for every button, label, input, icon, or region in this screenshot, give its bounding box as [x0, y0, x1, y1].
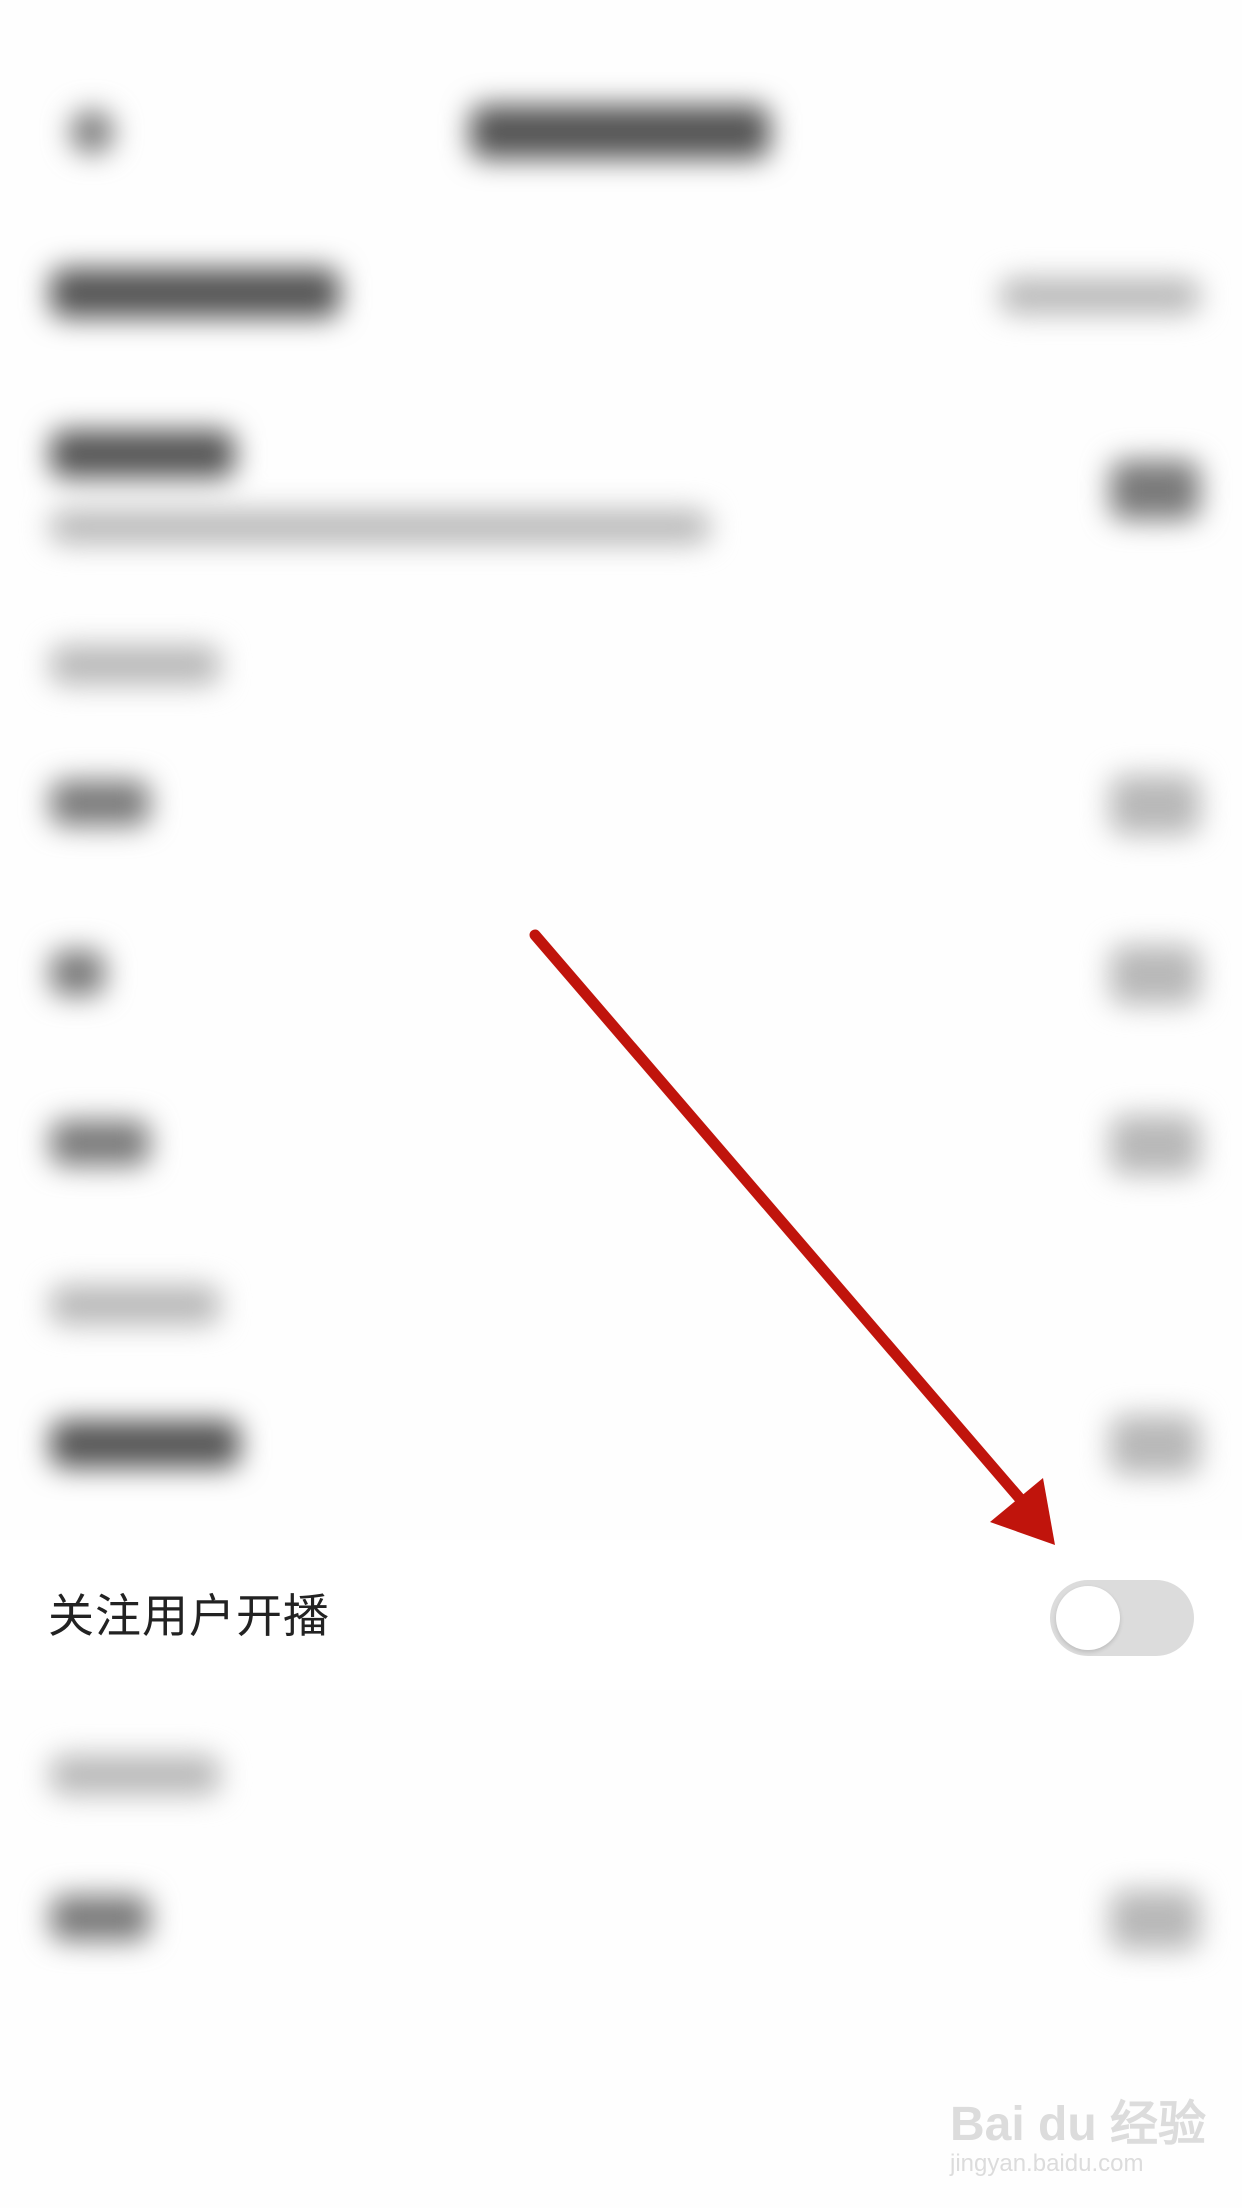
annotation-arrow-icon	[529, 929, 1055, 1545]
watermark-url: jingyan.baidu.com	[950, 2150, 1144, 2177]
settings-screen: 关注用户开播 Bai du 经验 jingyan.baidu.com	[0, 0, 1242, 2208]
watermark-logo: Bai du 经验	[950, 2098, 1207, 2151]
baidu-jingyan-watermark: Bai du 经验 jingyan.baidu.com	[940, 2060, 1206, 2200]
